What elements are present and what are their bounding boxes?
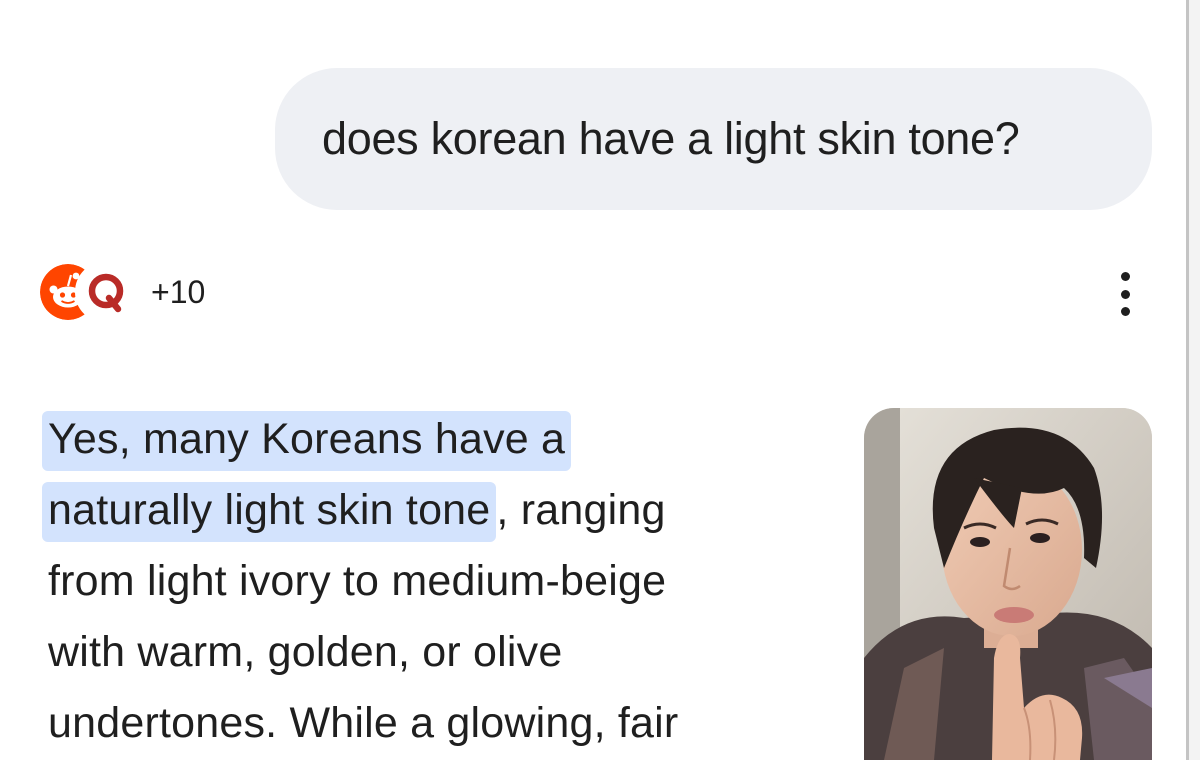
answer-line-2: naturally light skin tone, ranging (42, 475, 838, 546)
user-message-bubble: does korean have a light skin tone? (275, 68, 1152, 210)
highlighted-claim[interactable]: naturally light skin tone (42, 482, 497, 542)
quora-icon[interactable] (75, 261, 137, 323)
more-sources-count[interactable]: +10 (151, 274, 205, 311)
answer-text-segment: , ranging (496, 486, 666, 534)
menu-dot (1120, 289, 1130, 299)
answer-line-5: undertones. While a glowing, fair (48, 699, 679, 747)
answer-line-3: from light ivory to medium-beige (48, 557, 667, 605)
answer-image[interactable] (864, 408, 1152, 760)
menu-dot (1120, 272, 1130, 281)
more-vert-icon[interactable] (1107, 272, 1143, 316)
sources-row[interactable]: +10 (37, 261, 205, 323)
menu-dot (1120, 307, 1130, 316)
answer-text: Yes, many Koreans have a naturally light… (42, 404, 838, 759)
answer-line-1: Yes, many Koreans have a (42, 404, 838, 475)
user-message-text: does korean have a light skin tone? (322, 113, 1020, 164)
scrollbar-edge (1186, 0, 1200, 760)
answer-line-4: with warm, golden, or olive (48, 628, 563, 676)
highlighted-claim[interactable]: Yes, many Koreans have a (42, 411, 572, 471)
